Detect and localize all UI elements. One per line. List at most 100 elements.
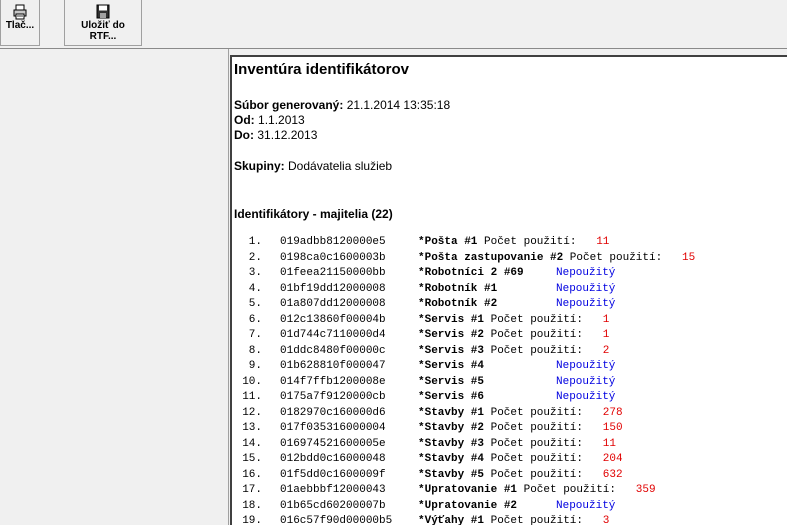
generated-label: Súbor generovaný: xyxy=(234,98,344,112)
generated-value: 21.1.2014 13:35:18 xyxy=(346,98,451,112)
owner-name: *Servis #1 xyxy=(418,313,485,326)
report-title: Inventúra identifikátorov xyxy=(234,61,410,78)
to-line: Do: 31.12.2013 xyxy=(234,128,317,142)
unused-status: Nepoužitý xyxy=(556,391,616,403)
usage-count: 2 xyxy=(602,344,610,357)
row-number: 6. xyxy=(248,313,262,326)
print-button[interactable]: Tlač... xyxy=(0,0,40,46)
panel-divider xyxy=(228,49,229,525)
identifier-code: 01b65cd60200007b xyxy=(280,499,386,512)
unused-status: Nepoužitý xyxy=(556,375,616,388)
save-label-line2: RTF... xyxy=(89,31,117,42)
generated-line: Súbor generovaný: 21.1.2014 13:35:18 xyxy=(234,98,450,112)
usage-label: Počet použití: xyxy=(490,437,584,450)
usage-count: 150 xyxy=(602,422,623,434)
identifier-code: 019adbb8120000e5 xyxy=(280,236,386,248)
to-value: 31.12.2013 xyxy=(257,128,318,142)
unused-status: Nepoužitý xyxy=(556,282,616,295)
row-number: 10. xyxy=(242,375,262,388)
row-number: 3. xyxy=(248,267,262,279)
save-label-line1: Uložiť do xyxy=(81,20,125,31)
identifier-code: 01aebbbf12000043 xyxy=(280,484,386,496)
unused-status: Nepoužitý xyxy=(556,267,616,279)
usage-count: 11 xyxy=(596,236,610,248)
identifier-code: 01bf19dd12000008 xyxy=(280,282,386,295)
identifier-code: 01a807dd12000008 xyxy=(280,298,386,310)
identifier-code: 016c57f90d00000b5 xyxy=(280,515,393,525)
usage-label: Počet použití: xyxy=(490,406,584,419)
report-document[interactable]: Inventúra identifikátorov Súbor generova… xyxy=(230,55,787,525)
owner-name: *Upratovanie #1 xyxy=(418,484,518,496)
usage-count: 278 xyxy=(602,406,623,419)
printer-icon xyxy=(13,4,27,20)
groups-value: Dodávatelia služieb xyxy=(288,159,393,173)
row-number: 12. xyxy=(242,406,262,419)
owner-name: *Stavby #1 xyxy=(418,406,485,419)
usage-label: Počet použití: xyxy=(490,313,584,326)
row-number: 4. xyxy=(248,282,262,295)
usage-label: Počet použití: xyxy=(484,236,577,248)
row-number: 15. xyxy=(242,453,262,465)
owner-name: *Servis #4 xyxy=(418,360,485,372)
row-number: 14. xyxy=(242,437,262,450)
owner-name: *Servis #6 xyxy=(418,391,485,403)
row-number: 7. xyxy=(248,329,262,341)
row-number: 17. xyxy=(242,484,262,496)
owner-name: *Servis #5 xyxy=(418,375,485,388)
row-number: 8. xyxy=(248,344,262,357)
identifier-code: 014f7ffb1200008e xyxy=(280,375,386,388)
owner-name: *Robotník #1 xyxy=(418,282,498,295)
identifier-code: 01ddc8480f00000c xyxy=(280,344,386,357)
from-value: 1.1.2013 xyxy=(258,113,305,127)
row-number: 16. xyxy=(242,468,262,481)
identifier-code: 012c13860f00004b xyxy=(280,313,386,326)
identifier-code: 016974521600005e xyxy=(280,437,386,450)
owner-name: *Upratovanie #2 xyxy=(418,499,518,512)
usage-count: 1 xyxy=(602,329,610,341)
groups-line: Skupiny: Dodávatelia služieb xyxy=(234,159,392,173)
usage-count: 1 xyxy=(602,313,610,326)
to-label: Do: xyxy=(234,128,254,142)
save-rtf-button[interactable]: Uložiť do RTF... xyxy=(64,0,142,46)
owner-name: *Výťahy #1 xyxy=(418,515,485,525)
usage-label: Počet použití: xyxy=(490,468,584,481)
row-number: 13. xyxy=(242,422,262,434)
print-label: Tlač... xyxy=(5,20,35,31)
row-number: 19. xyxy=(242,515,262,525)
identifier-code: 01b628810f000047 xyxy=(280,360,386,372)
usage-count: 15 xyxy=(682,251,696,264)
identifier-code: 01f5dd0c1600009f xyxy=(280,468,386,481)
owner-name: *Stavby #5 xyxy=(418,468,485,481)
from-label: Od: xyxy=(234,113,255,127)
usage-count: 204 xyxy=(602,453,623,465)
row-number: 1. xyxy=(248,236,262,248)
owner-name: *Robotníci 2 #69 xyxy=(418,267,524,279)
owner-name: *Pošta #1 xyxy=(418,236,478,248)
identifier-code: 012bdd0c16000048 xyxy=(280,453,386,465)
owner-name: *Stavby #2 xyxy=(418,422,485,434)
owner-name: *Servis #3 xyxy=(418,344,485,357)
row-number: 9. xyxy=(248,360,262,372)
owner-name: *Robotník #2 xyxy=(418,298,498,310)
owner-name: *Servis #2 xyxy=(418,329,485,341)
usage-count: 632 xyxy=(602,468,623,481)
usage-label: Počet použití: xyxy=(490,344,584,357)
toolbar: Tlač... Uložiť do RTF... xyxy=(0,0,787,48)
identifier-code: 0198ca0c1600003b xyxy=(280,251,386,264)
row-number: 18. xyxy=(242,499,262,512)
unused-status: Nepoužitý xyxy=(556,499,616,512)
usage-count: 3 xyxy=(602,515,610,525)
unused-status: Nepoužitý xyxy=(556,298,616,310)
identifier-code: 0175a7f9120000cb xyxy=(280,391,386,403)
unused-status: Nepoužitý xyxy=(556,360,616,372)
left-panel xyxy=(0,49,228,525)
identifier-code: 0182970c160000d6 xyxy=(280,406,386,419)
usage-count: 11 xyxy=(602,437,616,450)
identifier-code: 017f035316000004 xyxy=(280,422,386,434)
identifier-code: 01feea21150000bb xyxy=(280,267,386,279)
usage-label: Počet použití: xyxy=(490,515,584,525)
from-line: Od: 1.1.2013 xyxy=(234,113,305,127)
row-number: 11. xyxy=(242,391,262,403)
owner-name: *Stavby #3 xyxy=(418,437,485,450)
usage-label: Počet použití: xyxy=(490,329,584,341)
